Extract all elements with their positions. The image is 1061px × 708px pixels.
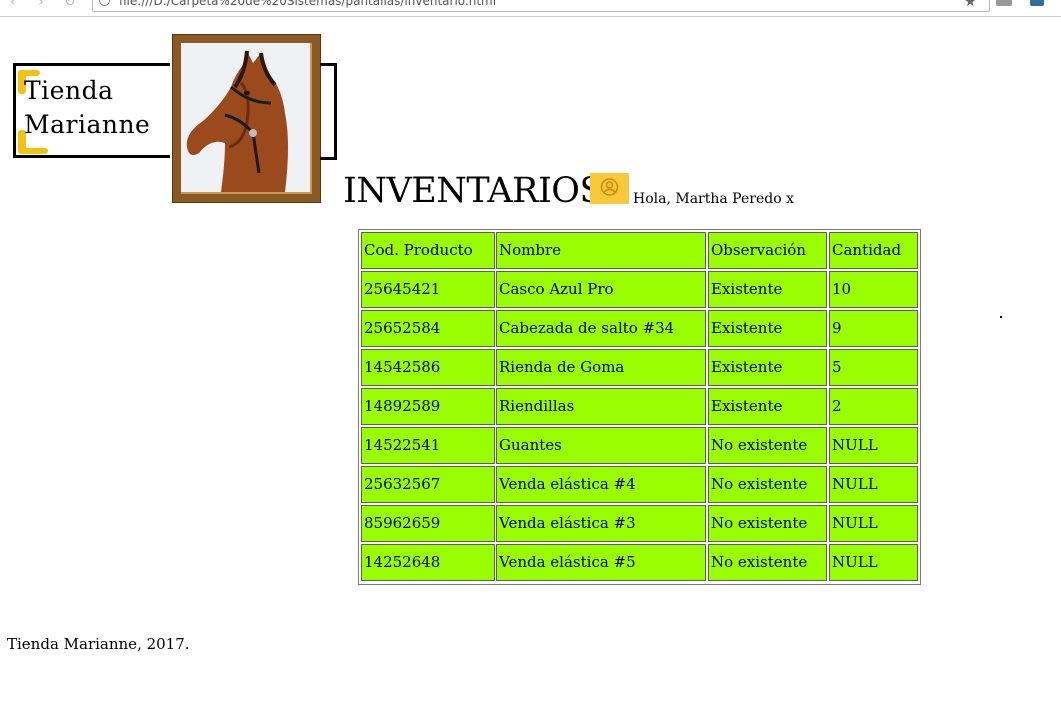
- table-cell: Venda elástica #4: [496, 466, 706, 503]
- back-icon[interactable]: ‹: [10, 0, 16, 10]
- table-header-cell: Observación: [708, 232, 827, 269]
- logo-line-1: Tienda: [24, 76, 114, 105]
- extension-icon[interactable]: [1030, 0, 1044, 6]
- table-cell: No existente: [708, 505, 827, 542]
- table-cell: Venda elástica #5: [496, 544, 706, 581]
- table-cell: Existente: [708, 310, 827, 347]
- table-cell: Riendillas: [496, 388, 706, 425]
- footer-text: Tienda Marianne, 2017.: [7, 635, 190, 653]
- browser-toolbar: ‹ › ↻ file:///D:/Carpeta%20de%20Sistemas…: [0, 0, 1061, 17]
- user-icon[interactable]: [590, 173, 629, 204]
- forward-icon[interactable]: ›: [38, 0, 44, 10]
- star-icon[interactable]: ★: [964, 0, 977, 10]
- table-cell: Casco Azul Pro: [496, 271, 706, 308]
- address-bar[interactable]: file:///D:/Carpeta%20de%20Sistemas/panta…: [92, 0, 990, 12]
- table-cell: 9: [829, 310, 918, 347]
- table-header-cell: Cod. Producto: [361, 232, 495, 269]
- table-cell: Existente: [708, 271, 827, 308]
- table-cell: NULL: [829, 544, 918, 581]
- table-cell: 14892589: [361, 388, 495, 425]
- table-cell: 25632567: [361, 466, 495, 503]
- address-url: file:///D:/Carpeta%20de%20Sistemas/panta…: [119, 0, 497, 8]
- user-greeting[interactable]: Hola, Martha Peredo x: [633, 191, 794, 207]
- table-cell: 25645421: [361, 271, 495, 308]
- table-cell: 25652584: [361, 310, 495, 347]
- table-header-cell: Cantidad: [829, 232, 918, 269]
- table-cell: Existente: [708, 349, 827, 386]
- table-cell: No existente: [708, 544, 827, 581]
- store-logo: Tienda Marianne: [13, 63, 170, 158]
- table-cell: 14252648: [361, 544, 495, 581]
- logo-accent: [18, 148, 48, 154]
- table-header-cell: Nombre: [496, 232, 706, 269]
- page-title: INVENTARIOS: [343, 171, 603, 211]
- table-cell: Existente: [708, 388, 827, 425]
- table-cell: 14542586: [361, 349, 495, 386]
- table-cell: 10: [829, 271, 918, 308]
- table-cell: Venda elástica #3: [496, 505, 706, 542]
- table-cell: No existente: [708, 466, 827, 503]
- table-cell: 5: [829, 349, 918, 386]
- info-icon[interactable]: [99, 0, 110, 6]
- reload-icon[interactable]: ↻: [64, 0, 76, 10]
- table-cell: NULL: [829, 466, 918, 503]
- extension-icon[interactable]: [996, 0, 1012, 6]
- table-cell: NULL: [829, 505, 918, 542]
- stray-dot: [1000, 316, 1002, 318]
- horse-photo: [172, 34, 321, 203]
- table-cell: Cabezada de salto #34: [496, 310, 706, 347]
- inventory-table: Cod. Producto Nombre Observación Cantidad 25…: [358, 229, 921, 585]
- table-cell: Guantes: [496, 427, 706, 464]
- horse-icon: [181, 43, 310, 192]
- table-cell: 2: [829, 388, 918, 425]
- table-cell: 85962659: [361, 505, 495, 542]
- table-cell: No existente: [708, 427, 827, 464]
- table-cell: NULL: [829, 427, 918, 464]
- logo-bracket: [320, 63, 337, 160]
- table-cell: 14522541: [361, 427, 495, 464]
- logo-line-2: Marianne: [24, 110, 151, 139]
- table-cell: Rienda de Goma: [496, 349, 706, 386]
